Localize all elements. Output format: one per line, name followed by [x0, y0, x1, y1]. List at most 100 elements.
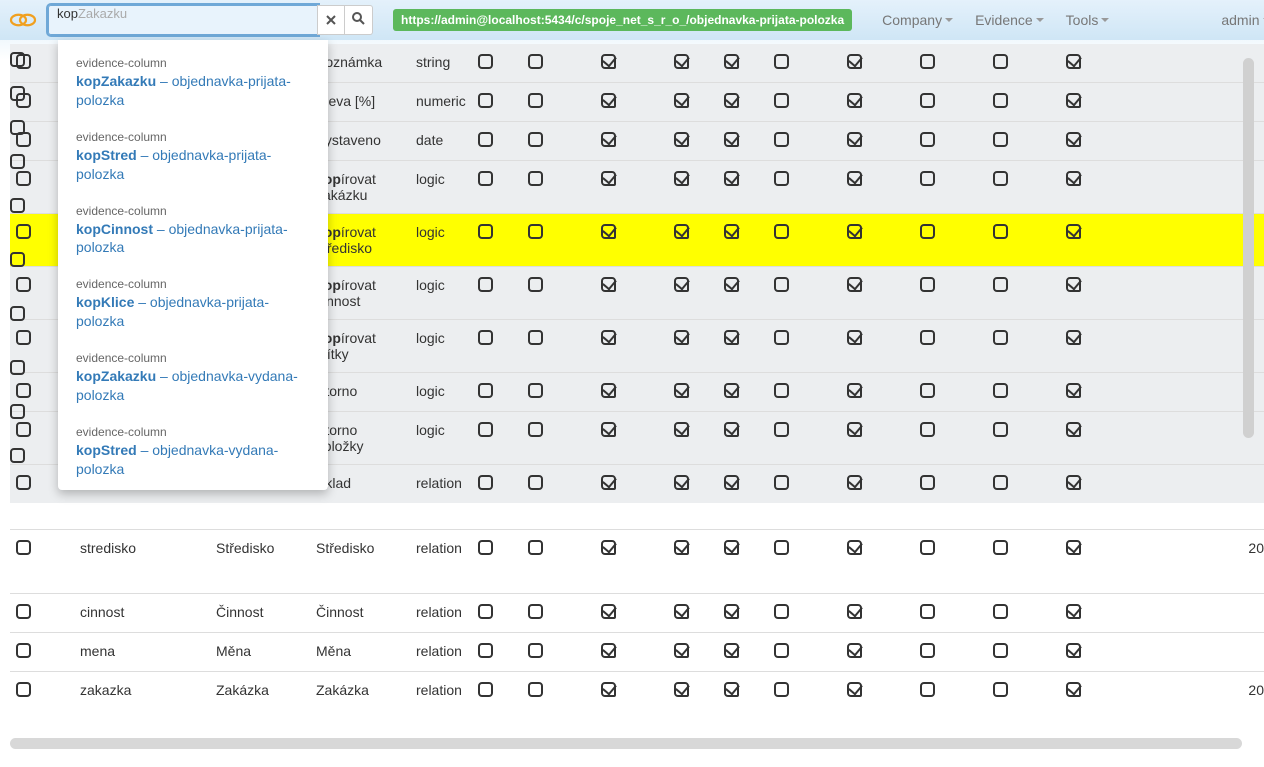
checkbox-unchecked-icon[interactable] — [774, 475, 789, 490]
checkbox-checked-icon[interactable] — [847, 132, 862, 147]
checkbox-checked-icon[interactable] — [601, 132, 616, 147]
checkbox-unchecked-icon[interactable] — [920, 383, 935, 398]
checkbox-unchecked-icon[interactable] — [10, 360, 25, 375]
checkbox-checked-icon[interactable] — [601, 93, 616, 108]
checkbox-unchecked-icon[interactable] — [10, 404, 25, 419]
checkbox-unchecked-icon[interactable] — [528, 682, 543, 697]
checkbox-checked-icon[interactable] — [601, 383, 616, 398]
checkbox-checked-icon[interactable] — [601, 422, 616, 437]
checkbox-checked-icon[interactable] — [1066, 540, 1081, 555]
checkbox-unchecked-icon[interactable] — [478, 224, 493, 239]
checkbox-unchecked-icon[interactable] — [993, 224, 1008, 239]
checkbox-checked-icon[interactable] — [847, 171, 862, 186]
checkbox-unchecked-icon[interactable] — [774, 171, 789, 186]
checkbox-unchecked-icon[interactable] — [528, 93, 543, 108]
checkbox-checked-icon[interactable] — [601, 540, 616, 555]
checkbox-checked-icon[interactable] — [724, 171, 739, 186]
checkbox-unchecked-icon[interactable] — [993, 604, 1008, 619]
clear-search-button[interactable] — [317, 5, 345, 35]
checkbox-unchecked-icon[interactable] — [478, 132, 493, 147]
checkbox-checked-icon[interactable] — [601, 277, 616, 292]
checkbox-checked-icon[interactable] — [1066, 54, 1081, 69]
table-row[interactable]: zakazkaZakázkaZakázkarelation20 — [10, 672, 1264, 711]
checkbox-unchecked-icon[interactable] — [478, 93, 493, 108]
checkbox-unchecked-icon[interactable] — [993, 422, 1008, 437]
checkbox-unchecked-icon[interactable] — [774, 383, 789, 398]
checkbox-unchecked-icon[interactable] — [920, 277, 935, 292]
suggestion-item[interactable]: evidence-columnkopCinnost – objednavka-p… — [58, 198, 328, 272]
checkbox-unchecked-icon[interactable] — [774, 643, 789, 658]
checkbox-checked-icon[interactable] — [847, 604, 862, 619]
search-button[interactable] — [345, 5, 373, 35]
checkbox-checked-icon[interactable] — [601, 224, 616, 239]
checkbox-unchecked-icon[interactable] — [920, 54, 935, 69]
checkbox-checked-icon[interactable] — [601, 171, 616, 186]
checkbox-checked-icon[interactable] — [1066, 277, 1081, 292]
checkbox-unchecked-icon[interactable] — [920, 643, 935, 658]
checkbox-unchecked-icon[interactable] — [774, 132, 789, 147]
checkbox-checked-icon[interactable] — [724, 604, 739, 619]
checkbox-unchecked-icon[interactable] — [920, 540, 935, 555]
checkbox-checked-icon[interactable] — [674, 604, 689, 619]
checkbox-unchecked-icon[interactable] — [774, 540, 789, 555]
checkbox-unchecked-icon[interactable] — [478, 682, 493, 697]
checkbox-checked-icon[interactable] — [674, 330, 689, 345]
checkbox-checked-icon[interactable] — [601, 604, 616, 619]
checkbox-unchecked-icon[interactable] — [993, 643, 1008, 658]
vertical-scrollbar[interactable] — [1243, 58, 1254, 438]
checkbox-unchecked-icon[interactable] — [920, 422, 935, 437]
checkbox-unchecked-icon[interactable] — [10, 120, 25, 135]
checkbox-unchecked-icon[interactable] — [993, 93, 1008, 108]
checkbox-checked-icon[interactable] — [847, 422, 862, 437]
checkbox-checked-icon[interactable] — [724, 422, 739, 437]
checkbox-checked-icon[interactable] — [674, 682, 689, 697]
checkbox-checked-icon[interactable] — [847, 54, 862, 69]
checkbox-unchecked-icon[interactable] — [774, 224, 789, 239]
checkbox-checked-icon[interactable] — [601, 330, 616, 345]
checkbox-checked-icon[interactable] — [847, 383, 862, 398]
checkbox-checked-icon[interactable] — [1066, 422, 1081, 437]
checkbox-checked-icon[interactable] — [674, 54, 689, 69]
checkbox-unchecked-icon[interactable] — [528, 604, 543, 619]
checkbox-unchecked-icon[interactable] — [478, 171, 493, 186]
checkbox-checked-icon[interactable] — [724, 330, 739, 345]
checkbox-checked-icon[interactable] — [1066, 132, 1081, 147]
checkbox-unchecked-icon[interactable] — [528, 132, 543, 147]
checkbox-unchecked-icon[interactable] — [528, 475, 543, 490]
checkbox-checked-icon[interactable] — [1066, 330, 1081, 345]
checkbox-unchecked-icon[interactable] — [16, 643, 31, 658]
checkbox-checked-icon[interactable] — [674, 171, 689, 186]
checkbox-unchecked-icon[interactable] — [774, 422, 789, 437]
checkbox-unchecked-icon[interactable] — [10, 306, 25, 321]
checkbox-checked-icon[interactable] — [724, 383, 739, 398]
checkbox-unchecked-icon[interactable] — [920, 132, 935, 147]
suggestion-item[interactable]: evidence-columnkopKlice – objednavka-pri… — [58, 271, 328, 345]
checkbox-checked-icon[interactable] — [601, 54, 616, 69]
checkbox-checked-icon[interactable] — [847, 682, 862, 697]
checkbox-checked-icon[interactable] — [1066, 383, 1081, 398]
checkbox-checked-icon[interactable] — [847, 475, 862, 490]
checkbox-unchecked-icon[interactable] — [993, 682, 1008, 697]
checkbox-unchecked-icon[interactable] — [10, 252, 25, 267]
checkbox-checked-icon[interactable] — [1066, 643, 1081, 658]
menu-company[interactable]: Company — [872, 6, 963, 34]
checkbox-unchecked-icon[interactable] — [10, 52, 25, 67]
app-logo[interactable] — [8, 5, 38, 35]
checkbox-unchecked-icon[interactable] — [10, 154, 25, 169]
checkbox-checked-icon[interactable] — [674, 643, 689, 658]
checkbox-unchecked-icon[interactable] — [478, 277, 493, 292]
checkbox-unchecked-icon[interactable] — [774, 682, 789, 697]
checkbox-unchecked-icon[interactable] — [774, 277, 789, 292]
checkbox-checked-icon[interactable] — [847, 643, 862, 658]
checkbox-unchecked-icon[interactable] — [920, 93, 935, 108]
checkbox-checked-icon[interactable] — [601, 643, 616, 658]
checkbox-checked-icon[interactable] — [674, 540, 689, 555]
checkbox-checked-icon[interactable] — [1066, 604, 1081, 619]
horizontal-scrollbar[interactable] — [10, 738, 1242, 749]
checkbox-unchecked-icon[interactable] — [10, 448, 25, 463]
checkbox-checked-icon[interactable] — [847, 540, 862, 555]
checkbox-unchecked-icon[interactable] — [993, 383, 1008, 398]
checkbox-checked-icon[interactable] — [674, 277, 689, 292]
checkbox-unchecked-icon[interactable] — [920, 475, 935, 490]
checkbox-unchecked-icon[interactable] — [920, 682, 935, 697]
